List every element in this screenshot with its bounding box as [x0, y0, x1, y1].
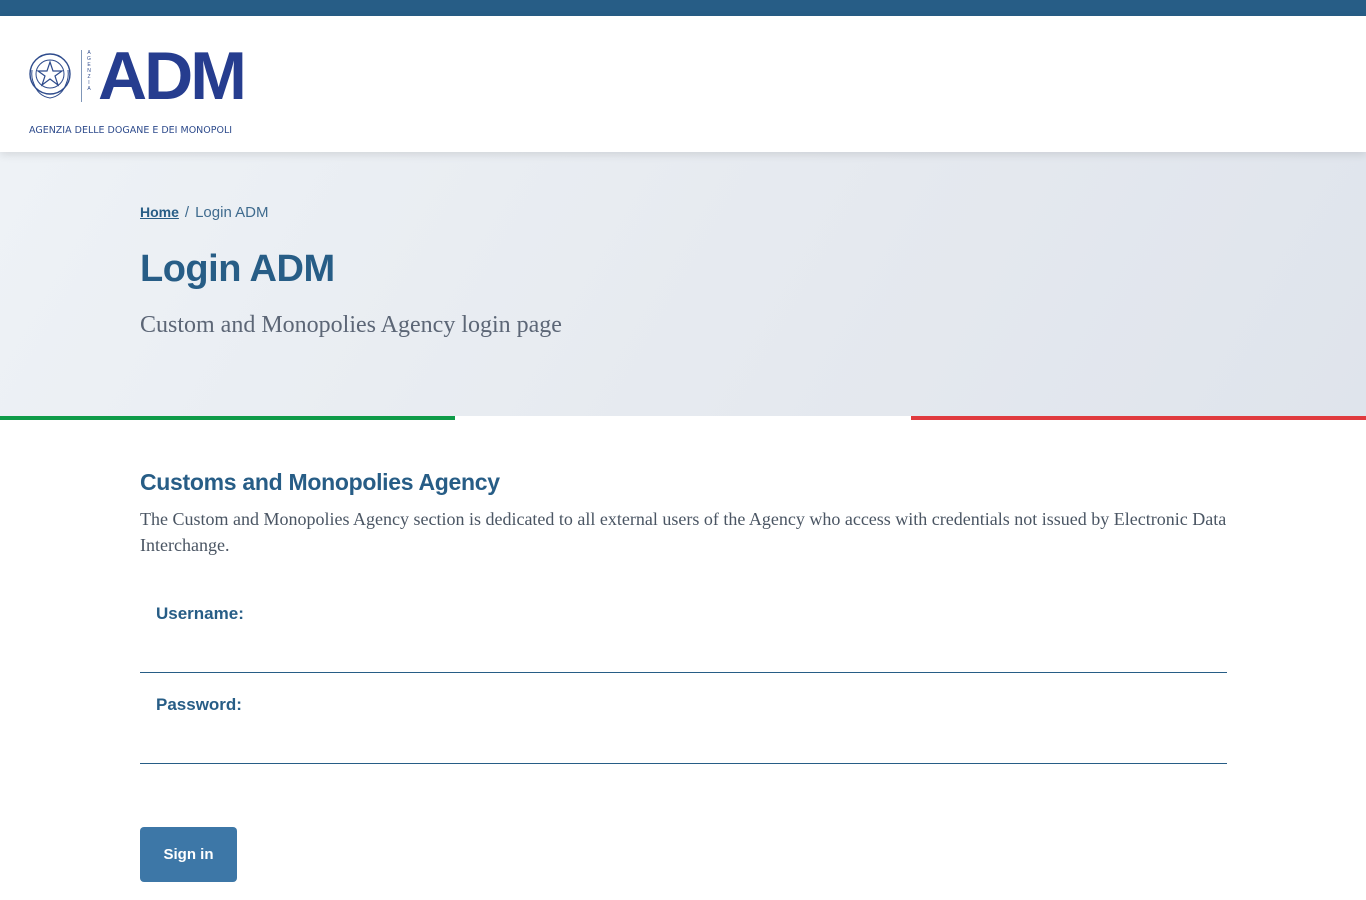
adm-logo[interactable]: AGENZIA ADM AGENZIA DELLE DOGANE E DEI M… — [28, 42, 268, 136]
sign-in-button[interactable]: Sign in — [140, 827, 237, 882]
italian-republic-emblem-icon — [29, 53, 71, 99]
logo-subtitle: AGENZIA DELLE DOGANE E DEI MONOPOLI — [29, 125, 233, 136]
password-field-group: Password: — [140, 691, 1227, 764]
logo-wordmark: ADM — [98, 38, 247, 114]
page-subtitle: Custom and Monopolies Agency login page — [140, 312, 562, 338]
hero-banner: Home / Login ADM Login ADM Custom and Mono… — [0, 152, 1366, 416]
section-title: Customs and Monopolies Agency — [140, 469, 500, 495]
breadcrumb-current: Login ADM — [195, 204, 269, 221]
italian-flag-stripe — [0, 416, 1366, 420]
section-description: The Custom and Monopolies Agency section… — [140, 509, 1227, 555]
breadcrumb: Home / Login ADM — [140, 204, 268, 221]
password-input[interactable] — [140, 727, 1227, 759]
breadcrumb-separator: / — [184, 204, 190, 221]
username-input[interactable] — [140, 636, 1227, 668]
username-field-group: Username: — [140, 600, 1227, 673]
password-label: Password: — [156, 695, 242, 714]
flag-red-segment — [910, 416, 1366, 420]
flag-green-segment — [0, 416, 456, 420]
flag-white-segment — [455, 416, 911, 420]
site-header: AGENZIA ADM AGENZIA DELLE DOGANE E DEI M… — [0, 16, 1366, 152]
page-title: Login ADM — [140, 248, 335, 290]
top-accent-bar — [0, 0, 1366, 16]
username-label: Username: — [156, 604, 244, 623]
logo-vertical-text: AGENZIA — [81, 50, 94, 102]
breadcrumb-home-link[interactable]: Home — [140, 204, 179, 220]
